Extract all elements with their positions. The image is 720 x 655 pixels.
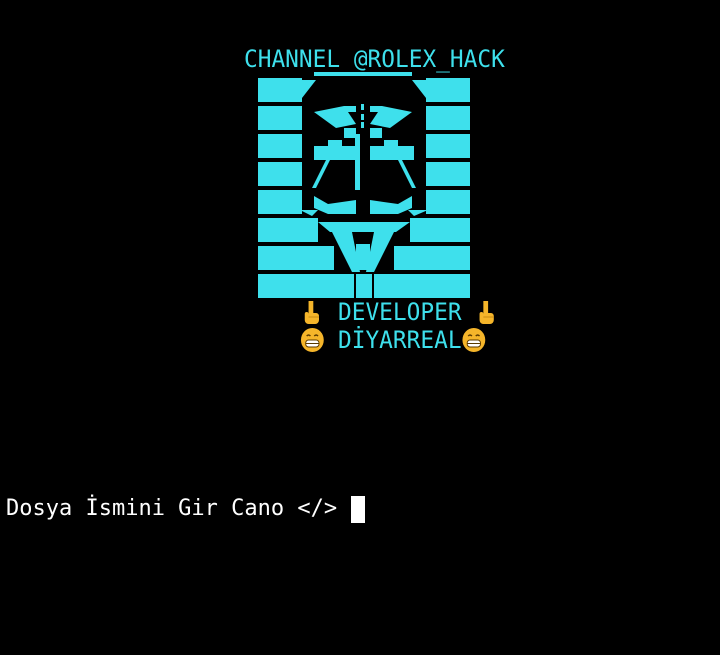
filename-prompt[interactable]: Dosya İsmini Gir Cano </> bbox=[6, 494, 366, 524]
developer-line: DEVELOPER bbox=[300, 298, 500, 326]
developer-name: DİYARREAL bbox=[338, 326, 462, 354]
pointing-down-hand-icon bbox=[304, 301, 319, 324]
developer-name-line: DİYARREAL bbox=[300, 326, 486, 354]
grinning-face-icon bbox=[462, 328, 486, 352]
terminal-window: CHANNEL @ROLEX_HACK DEVELOPER DİYARREAL … bbox=[0, 0, 720, 655]
developer-label: DEVELOPER bbox=[338, 298, 462, 326]
prompt-text: Dosya İsmini Gir Cano </> bbox=[6, 496, 338, 521]
pointing-down-hand-icon bbox=[479, 301, 494, 324]
text-cursor[interactable] bbox=[351, 495, 366, 523]
grinning-face-icon bbox=[300, 328, 324, 352]
